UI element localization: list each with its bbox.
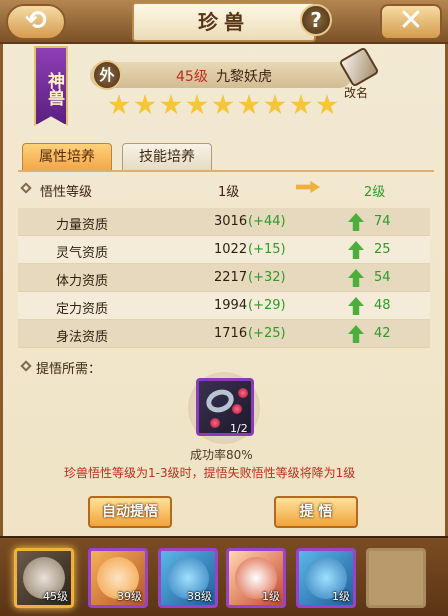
up-arrow-icon (348, 213, 364, 231)
pet-slot[interactable]: 1级 (296, 548, 356, 608)
stat-base: 3016 (214, 214, 248, 229)
stat-bonus: (+15) (248, 242, 286, 257)
up-arrow-icon (348, 241, 364, 259)
up-arrow-icon (348, 297, 364, 315)
stat-name: 力量资质 (56, 218, 109, 233)
type-badge: 外 (92, 60, 122, 90)
tab-skill-training[interactable]: 技能培养 (122, 143, 212, 171)
pet-slot-empty[interactable] (366, 548, 426, 608)
page-title: 珍兽 (132, 2, 316, 42)
stat-bonus: (+29) (248, 298, 286, 313)
star-rating (108, 94, 348, 116)
star-icon (108, 94, 130, 115)
stat-name: 身法资质 (56, 330, 109, 345)
rank-badge: 神兽 (34, 46, 68, 126)
stat-next: 74 (374, 214, 391, 229)
tab-attribute-training[interactable]: 属性培养 (22, 143, 112, 171)
gem-icon (238, 388, 248, 398)
stat-bonus: (+25) (248, 326, 286, 341)
pet-name: 九黎妖虎 (216, 69, 272, 85)
star-icon (160, 94, 182, 115)
stat-base: 1022 (214, 242, 248, 257)
stats-table: 力量资质 3016 (+44) 74 灵气资质 1022 (+15) 25 体力… (18, 208, 430, 348)
auto-comprehend-button[interactable]: 自动提悟 (88, 496, 172, 528)
stat-next: 25 (374, 242, 391, 257)
pet-slot[interactable]: 45级 (14, 548, 74, 608)
help-button[interactable]: ? (300, 4, 332, 36)
star-icon (316, 94, 338, 115)
stat-next: 42 (374, 326, 391, 341)
stat-base: 1716 (214, 326, 248, 341)
pet-slot[interactable]: 38级 (158, 548, 218, 608)
stat-next: 48 (374, 298, 391, 313)
pet-level: 45级 (176, 69, 208, 85)
stat-name: 定力资质 (56, 302, 109, 317)
stat-base: 2217 (214, 270, 248, 285)
comprehension-next: 2级 (364, 185, 386, 200)
pet-slot-level: 45级 (43, 590, 68, 603)
item-count: 1/2 (230, 422, 248, 435)
pet-slot-level: 39级 (117, 590, 142, 603)
stat-bonus: (+32) (248, 270, 286, 285)
tab-divider (18, 170, 434, 172)
table-row: 灵气资质 1022 (+15) 25 (18, 236, 430, 264)
failure-warning: 珍兽悟性等级为1-3级时，提悟失败悟性等级将降为1级 (64, 466, 356, 480)
back-button[interactable]: ⟲ (6, 4, 66, 40)
star-icon (186, 94, 208, 115)
gem-icon (210, 418, 220, 428)
requirement-label: 提悟所需： (36, 362, 102, 377)
pet-slot[interactable]: 39级 (88, 548, 148, 608)
pet-slot[interactable]: 1级 (226, 548, 286, 608)
comprehend-button[interactable]: 提 悟 (274, 496, 358, 528)
up-arrow-icon (348, 269, 364, 287)
table-row: 体力资质 2217 (+32) 54 (18, 264, 430, 292)
success-rate: 成功率80% (190, 448, 253, 462)
pet-slot-level: 38级 (187, 590, 212, 603)
up-arrow-icon (348, 325, 364, 343)
back-arrow-icon: ⟲ (25, 6, 47, 36)
stat-name: 体力资质 (56, 274, 109, 289)
stat-name: 灵气资质 (56, 246, 109, 261)
close-button[interactable]: ✕ (380, 4, 442, 40)
comprehension-current: 1级 (218, 185, 240, 200)
table-row: 定力资质 1994 (+29) 48 (18, 292, 430, 320)
star-icon (238, 94, 260, 115)
table-row: 身法资质 1716 (+25) 42 (18, 320, 430, 348)
star-icon (212, 94, 234, 115)
stat-base: 1994 (214, 298, 248, 313)
stat-next: 54 (374, 270, 391, 285)
comprehension-label: 悟性等级 (40, 185, 93, 200)
star-icon (134, 94, 156, 115)
star-icon (264, 94, 286, 115)
stat-bonus: (+44) (248, 214, 286, 229)
pet-slot-level: 1级 (262, 590, 280, 603)
header-bar: ⟲ 珍兽 ? ✕ (0, 0, 448, 44)
table-row: 力量资质 3016 (+44) 74 (18, 208, 430, 236)
star-icon (290, 94, 312, 115)
gem-icon (232, 404, 242, 414)
pet-slot-level: 1级 (332, 590, 350, 603)
